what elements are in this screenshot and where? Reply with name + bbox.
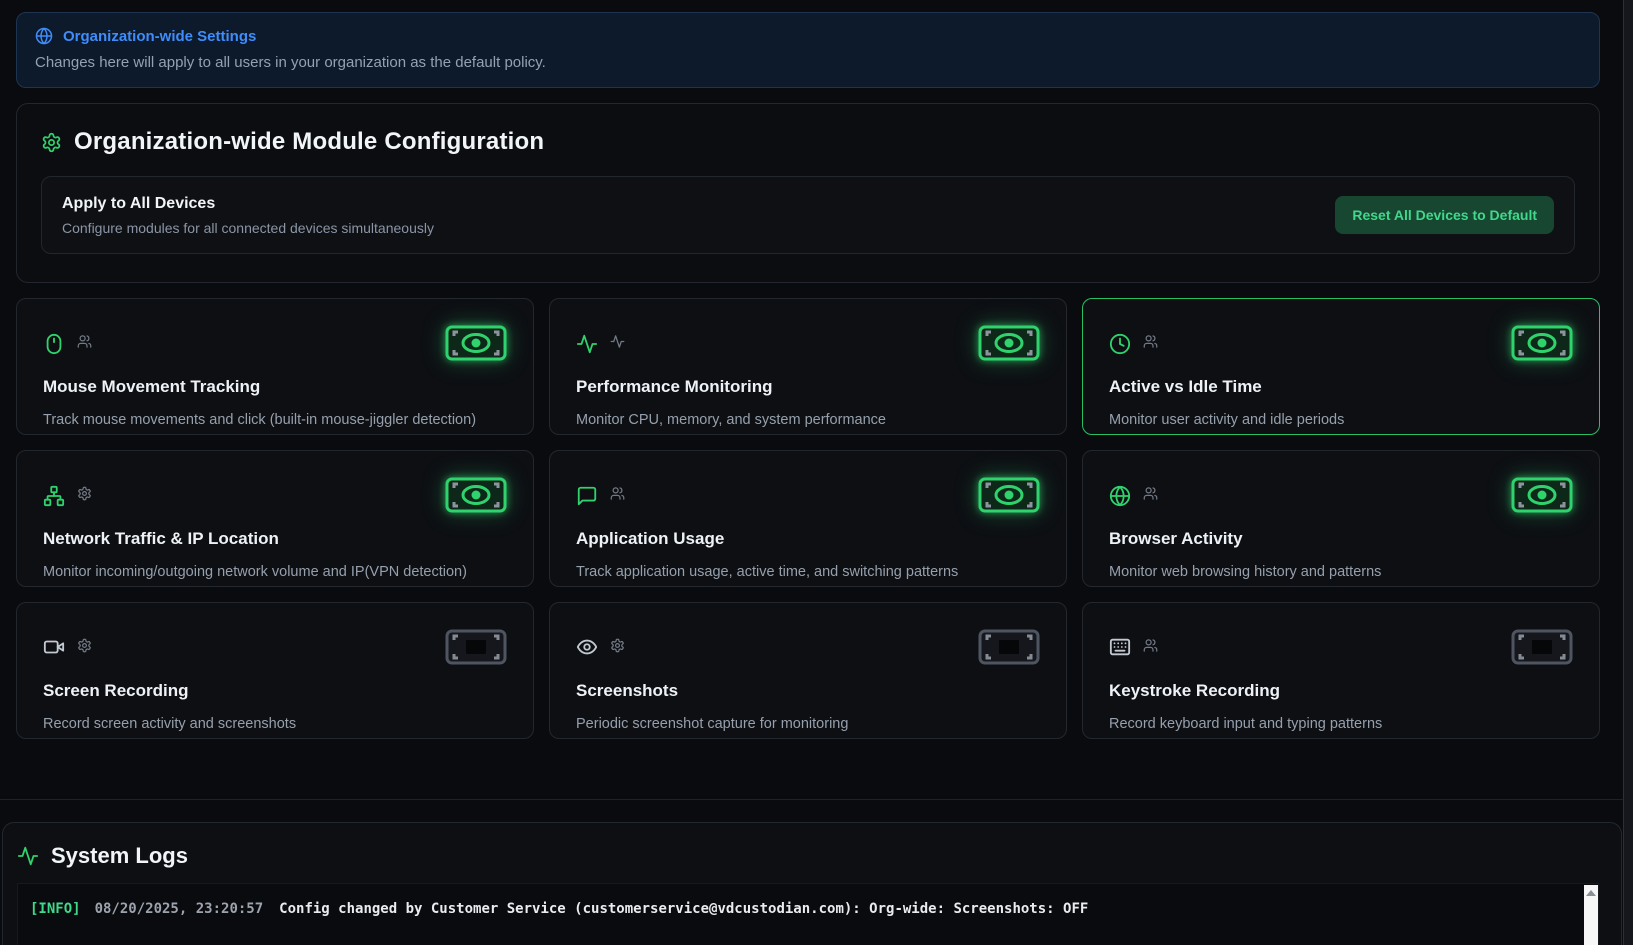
module-description: Monitor user activity and idle periods: [1109, 412, 1573, 428]
module-toggle[interactable]: [1511, 477, 1573, 513]
scroll-up-arrow-icon: [1586, 890, 1596, 896]
module-description: Periodic screenshot capture for monitori…: [576, 716, 1040, 732]
activity-icon: [610, 334, 625, 349]
gear-icon: [41, 132, 62, 153]
users-icon: [1143, 334, 1158, 349]
module-description: Record screen activity and screenshots: [43, 716, 507, 732]
module-toggle[interactable]: [1511, 325, 1573, 361]
users-icon: [77, 334, 92, 349]
users-icon: [610, 486, 625, 501]
page-scrollbar-rail[interactable]: [1623, 0, 1633, 945]
module-toggle[interactable]: [445, 629, 507, 665]
users-icon: [1143, 486, 1158, 501]
module-title: Mouse Movement Tracking: [43, 377, 507, 397]
users-icon: [1143, 638, 1158, 653]
module-title: Screenshots: [576, 681, 1040, 701]
network-icon: [43, 484, 65, 508]
module-card: Browser Activity Monitor web browsing hi…: [1082, 450, 1600, 587]
module-card: Network Traffic & IP Location Monitor in…: [16, 450, 534, 587]
module-description: Monitor incoming/outgoing network volume…: [43, 564, 507, 580]
section-title: Organization-wide Module Configuration: [74, 128, 544, 156]
module-toggle[interactable]: [445, 325, 507, 361]
module-title: Application Usage: [576, 529, 1040, 549]
log-scrollbar[interactable]: [1584, 885, 1598, 945]
log-entries: [INFO] 08/20/2025, 23:20:57 Config changed…: [18, 884, 1598, 917]
module-card: Keystroke Recording Record keyboard inpu…: [1082, 602, 1600, 739]
globe-icon: [35, 27, 53, 45]
module-title: Network Traffic & IP Location: [43, 529, 507, 549]
module-toggle[interactable]: [978, 325, 1040, 361]
module-card: Screen Recording Record screen activity …: [16, 602, 534, 739]
module-toggle[interactable]: [978, 477, 1040, 513]
module-card: Active vs Idle Time Monitor user activit…: [1082, 298, 1600, 435]
activity-icon: [17, 845, 39, 867]
gear-icon: [77, 638, 92, 653]
clock-icon: [1109, 332, 1131, 356]
module-description: Track mouse movements and click (built-i…: [43, 412, 507, 428]
module-title: Active vs Idle Time: [1109, 377, 1573, 397]
apply-panel-description: Configure modules for all connected devi…: [62, 220, 434, 236]
section-divider: [0, 799, 1623, 800]
apply-to-all-devices-panel: Apply to All Devices Configure modules f…: [41, 176, 1575, 254]
video-icon: [43, 636, 65, 658]
mouse-icon: [43, 332, 65, 356]
module-title: Keystroke Recording: [1109, 681, 1573, 701]
module-toggle[interactable]: [978, 629, 1040, 665]
module-description: Monitor web browsing history and pattern…: [1109, 564, 1573, 580]
log-output: [INFO] 08/20/2025, 23:20:57 Config changed…: [17, 883, 1599, 945]
log-level: [INFO]: [30, 901, 81, 917]
module-description: Track application usage, active time, an…: [576, 564, 1040, 580]
banner-title: Organization-wide Settings: [63, 28, 256, 45]
reset-all-devices-button[interactable]: Reset All Devices to Default: [1335, 196, 1554, 234]
module-card: Screenshots Periodic screenshot capture …: [549, 602, 1067, 739]
gear-icon: [77, 486, 92, 501]
banner-description: Changes here will apply to all users in …: [35, 54, 1575, 71]
module-card: Performance Monitoring Monitor CPU, memo…: [549, 298, 1067, 435]
module-title: Performance Monitoring: [576, 377, 1040, 397]
module-description: Record keyboard input and typing pattern…: [1109, 716, 1573, 732]
module-card: Mouse Movement Tracking Track mouse move…: [16, 298, 534, 435]
main-content: Organization-wide Settings Changes here …: [0, 0, 1623, 739]
module-title: Screen Recording: [43, 681, 507, 701]
activity-icon: [576, 332, 598, 356]
message-square-icon: [576, 484, 598, 508]
globe-icon: [1109, 484, 1131, 508]
log-message: Config changed by Customer Service (cust…: [279, 901, 1088, 917]
org-settings-page: Organization-wide Settings Changes here …: [0, 0, 1623, 945]
module-description: Monitor CPU, memory, and system performa…: [576, 412, 1040, 428]
gear-icon: [610, 638, 625, 653]
scroll-up-button[interactable]: [1584, 885, 1598, 900]
module-card: Application Usage Track application usag…: [549, 450, 1067, 587]
module-configuration-section: Organization-wide Module Configuration A…: [16, 103, 1600, 283]
logs-title: System Logs: [51, 843, 188, 869]
log-line: [INFO] 08/20/2025, 23:20:57 Config changed…: [18, 884, 1598, 917]
eye-icon: [576, 636, 598, 658]
keyboard-icon: [1109, 636, 1131, 658]
apply-panel-title: Apply to All Devices: [62, 195, 434, 213]
module-title: Browser Activity: [1109, 529, 1573, 549]
org-settings-banner: Organization-wide Settings Changes here …: [16, 12, 1600, 88]
system-logs-section: System Logs [INFO] 08/20/2025, 23:20:57 Co…: [2, 822, 1622, 945]
log-timestamp: 08/20/2025, 23:20:57: [95, 901, 264, 917]
module-toggle[interactable]: [445, 477, 507, 513]
modules-grid: Mouse Movement Tracking Track mouse move…: [16, 298, 1600, 739]
module-toggle[interactable]: [1511, 629, 1573, 665]
